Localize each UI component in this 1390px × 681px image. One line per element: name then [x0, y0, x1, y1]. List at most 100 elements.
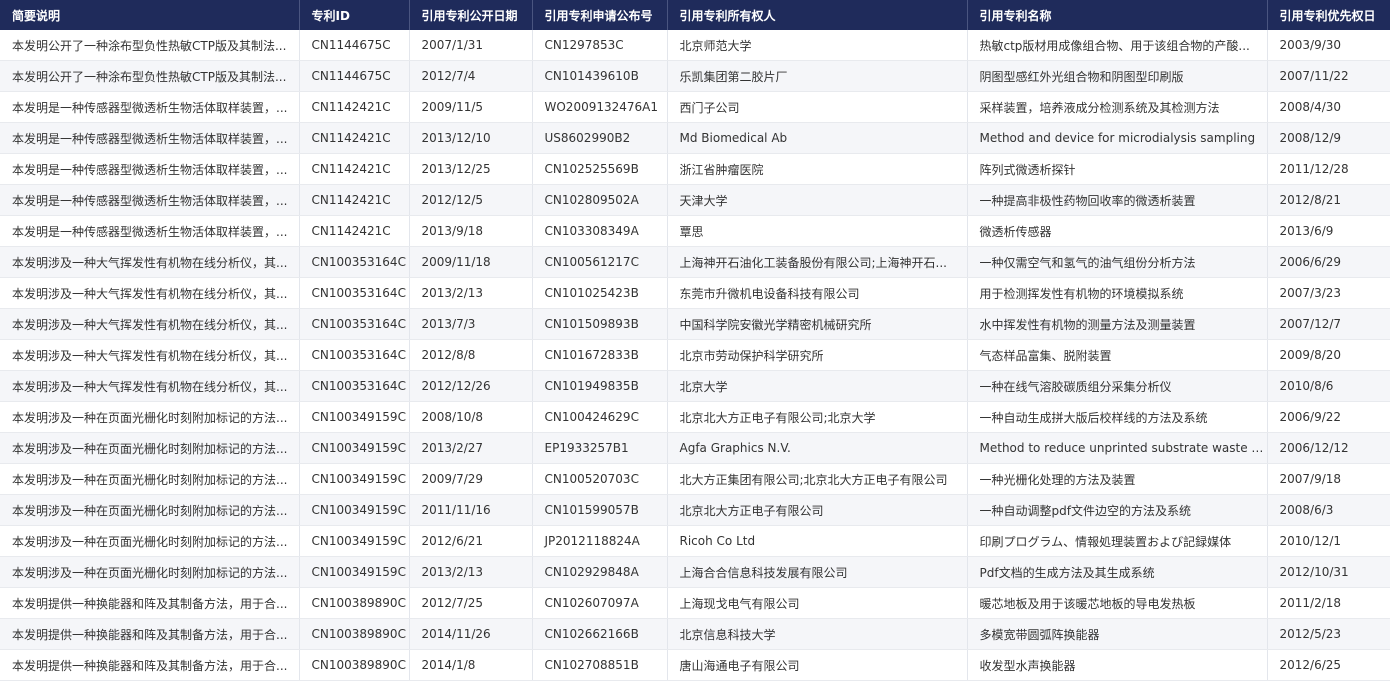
cell-patent-id: CN100349159C: [299, 494, 410, 526]
cell-cited-assignee: 北京市劳动保护科学研究所: [667, 339, 968, 371]
cell-summary: 本发明是一种传感器型微透析生物活体取样装置，...: [0, 122, 300, 154]
cell-summary: 本发明涉及一种在页面光栅化时刻附加标记的方法...: [0, 463, 300, 495]
table-row[interactable]: 本发明是一种传感器型微透析生物活体取样装置，... CN1142421C 2013/…: [0, 153, 1390, 185]
table-row[interactable]: 本发明是一种传感器型微透析生物活体取样装置，... CN1142421C 2012/…: [0, 184, 1390, 216]
column-header-cited-priority-date[interactable]: 引用专利优先权日: [1267, 0, 1390, 30]
cell-cited-priority-date: 2007/11/22: [1267, 60, 1390, 92]
cell-patent-id: CN1142421C: [299, 153, 410, 185]
cell-patent-id: CN1142421C: [299, 91, 410, 123]
cell-cited-publication-number: CN102607097A: [532, 587, 668, 619]
cell-summary: 本发明是一种传感器型微透析生物活体取样装置，...: [0, 153, 300, 185]
cell-summary: 本发明是一种传感器型微透析生物活体取样装置，...: [0, 215, 300, 247]
cell-cited-publication-number: CN102929848A: [532, 556, 668, 588]
cell-cited-publication-number: CN100424629C: [532, 401, 668, 433]
cell-cited-publication-number: WO2009132476A1: [532, 91, 668, 123]
table-row[interactable]: 本发明涉及一种在页面光栅化时刻附加标记的方法... CN100349159C 201…: [0, 525, 1390, 557]
cell-cited-assignee: 北京大学: [667, 370, 968, 402]
table-row[interactable]: 本发明提供一种换能器和阵及其制备方法，用于合... CN100389890C 201…: [0, 649, 1390, 681]
cell-cited-title: 收发型水声换能器: [967, 649, 1268, 681]
cell-patent-id: CN1144675C: [299, 60, 410, 92]
table-row[interactable]: 本发明公开了一种涂布型负性热敏CTP版及其制法... CN1144675C 2012…: [0, 60, 1390, 92]
cell-patent-id: CN100389890C: [299, 587, 410, 619]
header-row: 简要说明 专利ID 引用专利公开日期 引用专利申请公布号 引用专利所有权人 引用专利名称引…: [0, 0, 1390, 30]
cell-cited-publish-date: 2013/12/10: [409, 122, 533, 154]
cell-cited-publication-number: CN1297853C: [532, 30, 668, 61]
cell-cited-publish-date: 2013/9/18: [409, 215, 533, 247]
cell-cited-assignee: 西门子公司: [667, 91, 968, 123]
cell-cited-assignee: Ricoh Co Ltd: [667, 525, 968, 557]
cell-summary: 本发明涉及一种大气挥发性有机物在线分析仪，其...: [0, 246, 300, 278]
cell-cited-title: 采样装置，培养液成分检测系统及其检测方法: [967, 91, 1268, 123]
column-header-cited-publication-number[interactable]: 引用专利申请公布号: [532, 0, 668, 30]
table-row[interactable]: 本发明涉及一种在页面光栅化时刻附加标记的方法... CN100349159C 201…: [0, 556, 1390, 588]
cell-cited-title: 阵列式微透析探针: [967, 153, 1268, 185]
column-header-summary[interactable]: 简要说明: [0, 0, 300, 30]
cell-patent-id: CN100353164C: [299, 308, 410, 340]
table-row[interactable]: 本发明涉及一种大气挥发性有机物在线分析仪，其... CN100353164C 200…: [0, 246, 1390, 278]
cell-cited-publish-date: 2007/1/31: [409, 30, 533, 61]
table-row[interactable]: 本发明是一种传感器型微透析生物活体取样装置，... CN1142421C 2009/…: [0, 91, 1390, 123]
table-row[interactable]: 本发明是一种传感器型微透析生物活体取样装置，... CN1142421C 2013/…: [0, 122, 1390, 154]
cell-cited-publication-number: CN101672833B: [532, 339, 668, 371]
cell-patent-id: CN100389890C: [299, 649, 410, 681]
cell-cited-publish-date: 2013/2/13: [409, 556, 533, 588]
column-header-patent-id[interactable]: 专利ID: [299, 0, 410, 30]
cell-patent-id: CN100353164C: [299, 246, 410, 278]
cell-cited-publish-date: 2012/7/25: [409, 587, 533, 619]
table-row[interactable]: 本发明涉及一种在页面光栅化时刻附加标记的方法... CN100349159C 200…: [0, 401, 1390, 433]
cell-cited-publish-date: 2014/1/8: [409, 649, 533, 681]
cell-cited-assignee: 中国科学院安徽光学精密机械研究所: [667, 308, 968, 340]
cell-summary: 本发明涉及一种大气挥发性有机物在线分析仪，其...: [0, 339, 300, 371]
cell-cited-priority-date: 2003/9/30: [1267, 30, 1390, 61]
cell-cited-assignee: 东莞市升微机电设备科技有限公司: [667, 277, 968, 309]
cell-summary: 本发明涉及一种在页面光栅化时刻附加标记的方法...: [0, 432, 300, 464]
table-row[interactable]: 本发明提供一种换能器和阵及其制备方法，用于合... CN100389890C 201…: [0, 618, 1390, 650]
cell-cited-publication-number: CN101949835B: [532, 370, 668, 402]
cell-summary: 本发明涉及一种大气挥发性有机物在线分析仪，其...: [0, 308, 300, 340]
cell-cited-priority-date: 2010/12/1: [1267, 525, 1390, 557]
cell-cited-publication-number: CN101599057B: [532, 494, 668, 526]
cell-cited-publication-number: CN100561217C: [532, 246, 668, 278]
cell-cited-publish-date: 2012/12/26: [409, 370, 533, 402]
table-row[interactable]: 本发明涉及一种大气挥发性有机物在线分析仪，其... CN100353164C 201…: [0, 339, 1390, 371]
table-row[interactable]: 本发明涉及一种大气挥发性有机物在线分析仪，其... CN100353164C 201…: [0, 277, 1390, 309]
cell-patent-id: CN100353164C: [299, 339, 410, 371]
cell-cited-title: 一种在线气溶胶碳质组分采集分析仪: [967, 370, 1268, 402]
cell-cited-assignee: 北大方正集团有限公司;北京北大方正电子有限公司: [667, 463, 968, 495]
table-row[interactable]: 本发明涉及一种在页面光栅化时刻附加标记的方法... CN100349159C 201…: [0, 432, 1390, 464]
table-row[interactable]: 本发明涉及一种在页面光栅化时刻附加标记的方法... CN100349159C 200…: [0, 463, 1390, 495]
column-header-cited-assignee[interactable]: 引用专利所有权人: [667, 0, 968, 30]
table-row[interactable]: 本发明涉及一种在页面光栅化时刻附加标记的方法... CN100349159C 201…: [0, 494, 1390, 526]
cell-cited-priority-date: 2012/8/21: [1267, 184, 1390, 216]
cell-cited-publish-date: 2012/8/8: [409, 339, 533, 371]
cell-cited-priority-date: 2008/6/3: [1267, 494, 1390, 526]
cell-cited-publish-date: 2013/12/25: [409, 153, 533, 185]
column-header-cited-title[interactable]: 引用专利名称: [967, 0, 1268, 30]
table-row[interactable]: 本发明公开了一种涂布型负性热敏CTP版及其制法... CN1144675C 2007…: [0, 30, 1390, 61]
cell-cited-title: 印刷プログラム、情報処理装置および記録媒体: [967, 525, 1268, 557]
cell-cited-publication-number: US8602990B2: [532, 122, 668, 154]
table-row[interactable]: 本发明涉及一种大气挥发性有机物在线分析仪，其... CN100353164C 201…: [0, 308, 1390, 340]
cell-cited-priority-date: 2009/8/20: [1267, 339, 1390, 371]
table-row[interactable]: 本发明是一种传感器型微透析生物活体取样装置，... CN1142421C 2013/…: [0, 215, 1390, 247]
table-row[interactable]: 本发明提供一种换能器和阵及其制备方法，用于合... CN100389890C 201…: [0, 587, 1390, 619]
cell-summary: 本发明涉及一种大气挥发性有机物在线分析仪，其...: [0, 370, 300, 402]
cell-patent-id: CN100389890C: [299, 618, 410, 650]
cell-cited-priority-date: 2010/8/6: [1267, 370, 1390, 402]
cell-patent-id: CN1142421C: [299, 215, 410, 247]
cell-summary: 本发明涉及一种大气挥发性有机物在线分析仪，其...: [0, 277, 300, 309]
cell-cited-publication-number: JP2012118824A: [532, 525, 668, 557]
cell-cited-title: 一种自动调整pdf文件边空的方法及系统: [967, 494, 1268, 526]
cell-summary: 本发明提供一种换能器和阵及其制备方法，用于合...: [0, 587, 300, 619]
cell-summary: 本发明涉及一种在页面光栅化时刻附加标记的方法...: [0, 494, 300, 526]
column-header-cited-publish-date[interactable]: 引用专利公开日期: [409, 0, 533, 30]
cell-cited-assignee: 覃思: [667, 215, 968, 247]
table-row[interactable]: 本发明涉及一种大气挥发性有机物在线分析仪，其... CN100353164C 201…: [0, 370, 1390, 402]
cell-cited-publication-number: EP1933257B1: [532, 432, 668, 464]
cell-cited-title: Method to reduce unprinted substrate was…: [967, 432, 1268, 464]
cell-summary: 本发明涉及一种在页面光栅化时刻附加标记的方法...: [0, 556, 300, 588]
cell-cited-assignee: 上海合合信息科技发展有限公司: [667, 556, 968, 588]
cell-cited-assignee: 天津大学: [667, 184, 968, 216]
cell-cited-publication-number: CN102708851B: [532, 649, 668, 681]
cell-cited-title: 热敏ctp版材用成像组合物、用于该组合物的产酸...: [967, 30, 1268, 61]
